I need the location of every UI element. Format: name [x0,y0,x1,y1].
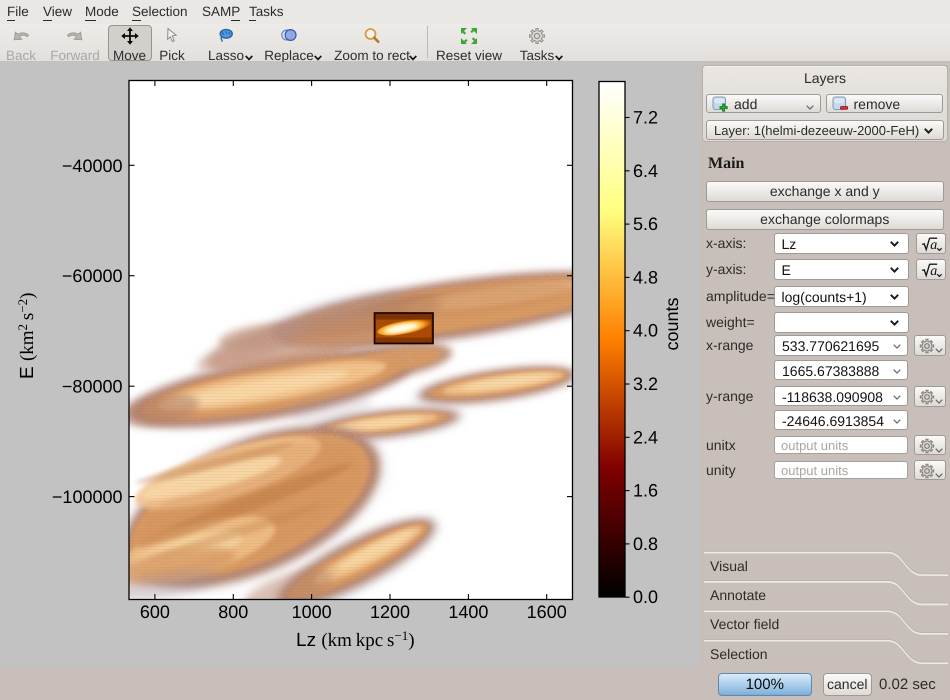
svg-text:1400: 1400 [448,602,488,622]
svg-text:600: 600 [140,602,170,622]
svg-text:6.4: 6.4 [633,161,658,181]
svg-text:1200: 1200 [370,602,410,622]
svg-text:−100000: −100000 [52,487,123,507]
svg-text:a: a [930,264,937,279]
svg-text:2.4: 2.4 [633,427,658,447]
svg-text:−80000: −80000 [62,377,123,397]
svg-text:1000: 1000 [292,602,332,622]
svg-text:7.2: 7.2 [633,108,658,128]
svg-text:−60000: −60000 [62,266,123,286]
svg-text:0.8: 0.8 [633,534,658,554]
svg-text:800: 800 [218,602,248,622]
svg-text:counts: counts [662,297,682,350]
svg-text:4.8: 4.8 [633,267,658,287]
svg-text:1600: 1600 [527,602,567,622]
svg-text:1.6: 1.6 [633,481,658,501]
svg-text:a: a [930,238,937,253]
svg-text:5.6: 5.6 [633,214,658,234]
svg-text:4.0: 4.0 [633,321,658,341]
svg-text:−40000: −40000 [62,156,123,176]
svg-text:0.0: 0.0 [633,587,658,607]
svg-text:3.2: 3.2 [633,374,658,394]
